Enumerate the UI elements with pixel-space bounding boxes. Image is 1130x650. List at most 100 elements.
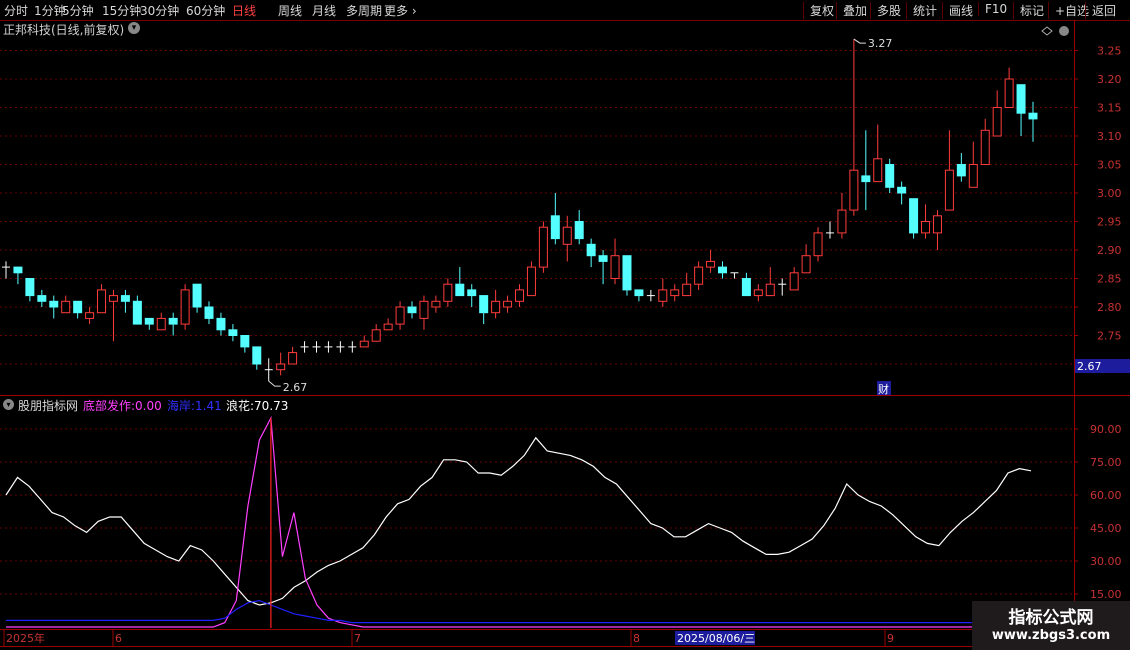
candle-body [419,300,429,319]
candle-body [932,215,942,234]
indicator-tick-label: 90.00 [1090,423,1122,436]
candle-body [1028,112,1038,120]
candle-body [944,169,954,211]
candle-body [156,317,166,331]
candle-body [956,164,966,177]
candle-body [837,209,847,234]
candle-body [61,300,71,314]
candle-body [13,266,23,274]
high-price-label: 3.27 [868,37,893,50]
x-axis-label: 9 [887,632,894,645]
candle-body [873,158,883,183]
candle-body [909,198,919,234]
candle-body [491,300,501,314]
candle-body [562,226,572,245]
price-tick-label: 3.20 [1097,73,1122,86]
candle-body [108,295,118,302]
candle-body [37,295,47,302]
candle-body [407,306,417,314]
candle-body [383,323,393,331]
fin-marker: 财 [878,382,889,396]
candle-body [1016,84,1026,114]
candle-body [801,255,811,274]
candle-body [144,317,154,325]
watermark-line2: www.zbgs3.com [991,628,1111,643]
candle-body [132,300,142,325]
candle-body [25,278,35,297]
candle-body [706,260,716,268]
candle-body [479,295,489,314]
x-axis-label: 2025年 [6,631,45,645]
x-axis-label: 8 [633,632,640,645]
candle-body [431,300,441,308]
candle-body [180,289,190,325]
candle-body [526,266,536,297]
candle-body [694,266,704,285]
candle-body [921,221,931,234]
indicator-settings-icon[interactable]: ▾ [3,399,14,410]
indicator-item-wave: 浪花:70.73 [226,399,289,413]
price-tick-label: 2.90 [1097,244,1122,257]
indicator-line-0 [5,436,1032,606]
indicator-tick-label: 15.00 [1090,588,1122,601]
indicator-line-1 [6,415,1031,628]
candle-body [192,283,202,308]
candle-body [741,278,751,297]
indicator-tick-label: 30.00 [1090,555,1122,568]
x-axis-label: 7 [354,632,361,645]
price-tick-label: 2.85 [1097,273,1122,286]
diamond-icon [1041,26,1053,36]
candle-body [515,289,524,302]
candle-body [467,289,477,297]
indicator-tick-label: 75.00 [1090,456,1122,469]
candle-body [228,329,238,336]
price-tick-label: 3.00 [1097,187,1122,200]
candle-body [216,317,226,331]
candle-body [992,107,1002,137]
current-price-label: 2.67 [1077,360,1102,373]
candle-body [658,289,668,302]
price-tick-label: 2.80 [1097,301,1122,314]
indicator-item-coast: 海岸:1.41 [167,399,222,413]
candle-body [168,317,178,325]
candle-body [120,295,130,302]
candle-body [813,232,823,257]
candle-body [574,221,584,240]
price-tick-label: 2.75 [1097,330,1122,343]
candle-body [550,215,560,240]
stock-chart: 2.702.752.802.852.902.953.003.053.103.15… [0,20,1130,647]
candle-body [49,300,59,308]
price-tick-label: 3.25 [1097,45,1122,58]
candle-body [538,226,548,268]
x-axis-label: 6 [115,632,122,645]
indicator-tick-label: 45.00 [1090,522,1122,535]
indicator-name: 股朋指标网 [18,399,79,413]
indicator-tick-label: 60.00 [1090,489,1122,502]
candle-body [849,169,859,211]
indicator-line-2 [6,599,1031,624]
low-price-label: 2.67 [283,381,308,394]
candle-body [968,164,978,188]
candle-body [85,312,95,319]
low-arrow [268,380,281,387]
candle-body [718,266,728,274]
watermark-logo: 指标公式网 www.zbgs3.com [972,601,1130,650]
candle-body [1004,78,1014,108]
candle-body [395,306,405,325]
price-tick-label: 2.95 [1097,216,1122,229]
watermark-line1: 指标公式网 [1008,608,1094,628]
candle-body [980,129,990,166]
candle-body [598,255,608,262]
panel-menu-icon [1059,26,1069,36]
candle-body [240,335,250,348]
indicator-item-bottom: 底部发作:0.00 [83,399,162,413]
candle-body [371,329,381,342]
candle-body [885,164,895,188]
candle-body [622,255,632,291]
candle-body [276,363,286,371]
price-tick-label: 3.05 [1097,159,1122,172]
candle-body [443,283,453,302]
candle-body [670,289,680,297]
candle-body [204,306,214,319]
cursor-date-label: 2025/08/06/三 [677,632,755,645]
